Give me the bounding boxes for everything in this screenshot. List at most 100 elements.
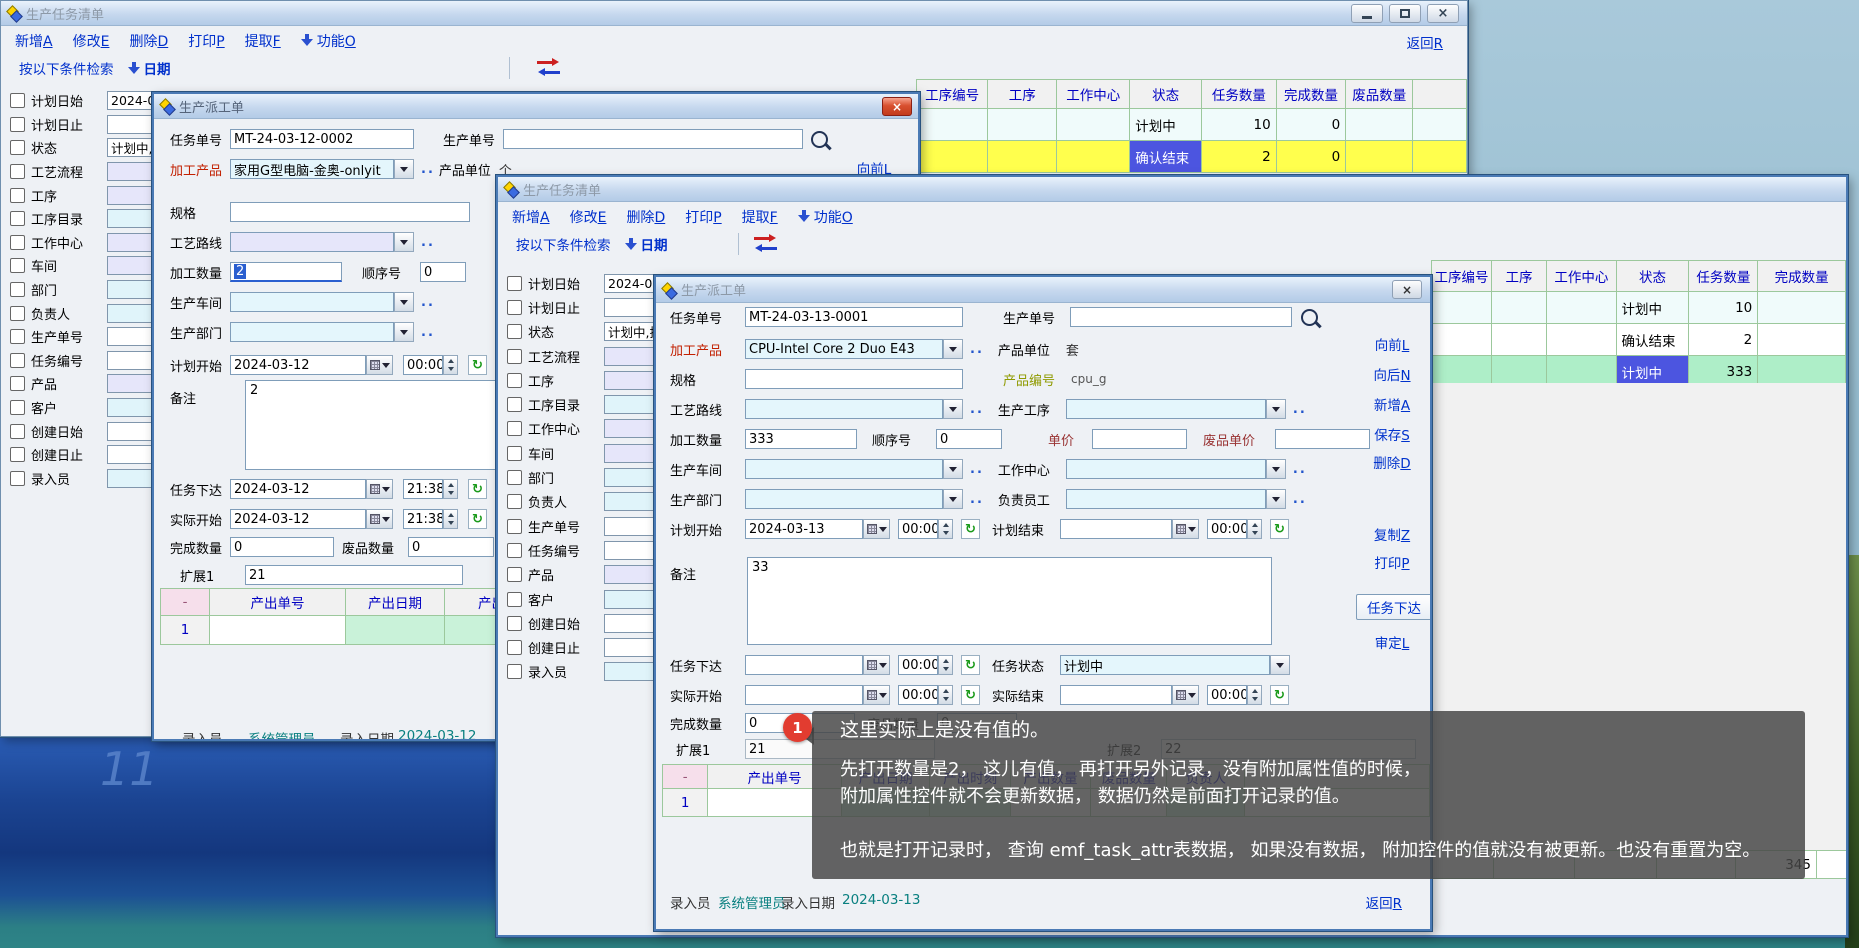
lookup-dots-button[interactable]: .. [421, 325, 435, 340]
delete-button[interactable]: 删除D [1354, 452, 1430, 472]
checkbox[interactable] [507, 397, 522, 412]
plan-start-date-input[interactable]: 2024-03-12 [230, 355, 366, 375]
seq-input[interactable]: 0 [936, 429, 1002, 449]
workshop-select[interactable] [745, 459, 943, 479]
note-textarea[interactable]: 2 [245, 380, 498, 470]
proc-select[interactable] [1066, 399, 1266, 419]
cell[interactable] [1547, 292, 1616, 324]
plan-start-date-input[interactable]: 2024-03-13 [745, 519, 863, 539]
plan-end-date-input[interactable] [1060, 519, 1172, 539]
time-spinner[interactable] [938, 519, 953, 539]
menu-item-0[interactable]: 新增A [15, 31, 53, 51]
refresh-icon[interactable]: ↻ [468, 509, 487, 529]
save-button[interactable]: 保存S [1354, 424, 1430, 444]
chevron-down-icon[interactable] [394, 232, 414, 252]
close-button[interactable]: × [1427, 4, 1459, 23]
lookup-dots-button[interactable]: .. [421, 162, 435, 177]
chevron-down-icon[interactable] [943, 489, 963, 509]
resp-select[interactable] [1066, 489, 1266, 509]
issue-time-input[interactable]: 00:00 [898, 655, 938, 675]
cell[interactable] [988, 141, 1057, 173]
cell[interactable] [1432, 324, 1492, 356]
workshop-select[interactable] [230, 292, 394, 312]
time-spinner[interactable] [1247, 685, 1262, 705]
checkbox[interactable] [507, 567, 522, 582]
checkbox[interactable] [10, 471, 25, 486]
checkbox[interactable] [507, 276, 522, 291]
checkbox[interactable] [507, 373, 522, 388]
return-button[interactable]: 返回R [1407, 32, 1443, 52]
product-select[interactable]: CPU-Intel Core 2 Duo E43 [745, 339, 943, 359]
checkbox[interactable] [10, 400, 25, 415]
checkbox[interactable] [10, 140, 25, 155]
lookup-dots-button[interactable]: .. [421, 295, 435, 310]
checkbox[interactable] [10, 329, 25, 344]
seq-input[interactable]: 0 [420, 262, 466, 282]
cell[interactable] [917, 141, 988, 173]
cell[interactable]: 计划中 [1130, 109, 1202, 141]
refresh-icon[interactable]: ↻ [1270, 519, 1289, 539]
cell[interactable] [988, 109, 1057, 141]
checkbox[interactable] [507, 324, 522, 339]
date-filter-button[interactable]: 日期 [641, 234, 668, 254]
act-start-date-input[interactable]: 2024-03-12 [230, 509, 366, 529]
lookup-dots-button[interactable]: .. [970, 462, 984, 477]
lookup-dots-button[interactable]: .. [1293, 402, 1307, 417]
cell[interactable]: 确认结束 [1616, 324, 1689, 356]
prev-record-button[interactable]: 向前L [1354, 334, 1430, 354]
time-spinner[interactable] [443, 479, 458, 499]
menu-item-4[interactable]: 提取F [742, 207, 778, 227]
task-no-input[interactable]: MT-24-03-12-0002 [230, 129, 414, 149]
cell[interactable] [1346, 141, 1413, 173]
next-record-button[interactable]: 向后N [1354, 364, 1430, 384]
maximize-button[interactable] [1389, 4, 1421, 23]
checkbox[interactable] [10, 188, 25, 203]
checkbox[interactable] [10, 235, 25, 250]
menu-item-3[interactable]: 打印P [685, 207, 721, 227]
checkbox[interactable] [507, 421, 522, 436]
dept-select[interactable] [230, 322, 394, 342]
checkbox[interactable] [507, 664, 522, 679]
refresh-icon[interactable]: ↻ [961, 519, 980, 539]
cell[interactable] [1547, 324, 1616, 356]
calendar-icon[interactable] [366, 355, 393, 375]
date-filter-button[interactable]: 日期 [144, 58, 171, 78]
chevron-down-icon[interactable] [1266, 399, 1286, 419]
time-spinner[interactable] [938, 655, 953, 675]
chevron-down-icon[interactable] [943, 339, 963, 359]
menu-item-5[interactable]: 功能O [317, 31, 356, 51]
note-textarea[interactable]: 33 [747, 557, 1272, 645]
close-icon[interactable]: × [1392, 280, 1422, 299]
menu-item-2[interactable]: 删除D [129, 31, 168, 51]
calendar-icon[interactable] [366, 479, 393, 499]
checkbox[interactable] [507, 543, 522, 558]
status-select[interactable]: 计划中 [1060, 655, 1270, 675]
checkbox[interactable] [10, 93, 25, 108]
product-select[interactable]: 家用G型电脑-金奥-onlyit [230, 159, 394, 179]
search-icon[interactable] [811, 131, 828, 148]
minimize-button[interactable] [1351, 4, 1383, 23]
menu-item-2[interactable]: 删除D [626, 207, 665, 227]
search-condition-button[interactable]: 按以下条件检索 [19, 58, 114, 78]
wc-select[interactable] [1066, 459, 1266, 479]
cell[interactable]: 确认结束 [1130, 141, 1202, 173]
approve-button[interactable]: 审定L [1354, 632, 1430, 652]
cell[interactable] [1491, 324, 1546, 356]
table-row[interactable]: 计划中100 [917, 109, 1467, 141]
menu-item-4[interactable]: 提取F [245, 31, 281, 51]
add-button[interactable]: 新增A [1354, 394, 1430, 414]
cell[interactable]: 计划中 [1616, 292, 1689, 324]
refresh-icon[interactable]: ↻ [468, 355, 487, 375]
print-button[interactable]: 打印P [1354, 552, 1430, 572]
refresh-icon[interactable]: ↻ [961, 655, 980, 675]
lookup-dots-button[interactable]: .. [1293, 462, 1307, 477]
checkbox[interactable] [10, 353, 25, 368]
cell[interactable] [1758, 292, 1846, 324]
calendar-icon[interactable] [863, 655, 890, 675]
copy-button[interactable]: 复制Z [1354, 524, 1430, 544]
checkbox[interactable] [507, 470, 522, 485]
swap-arrows-icon[interactable] [754, 236, 778, 251]
table-row[interactable]: 确认结束20 [917, 141, 1467, 173]
menu-item-1[interactable]: 修改E [73, 31, 110, 51]
titlebar[interactable]: 生产任务清单 [498, 177, 1846, 202]
